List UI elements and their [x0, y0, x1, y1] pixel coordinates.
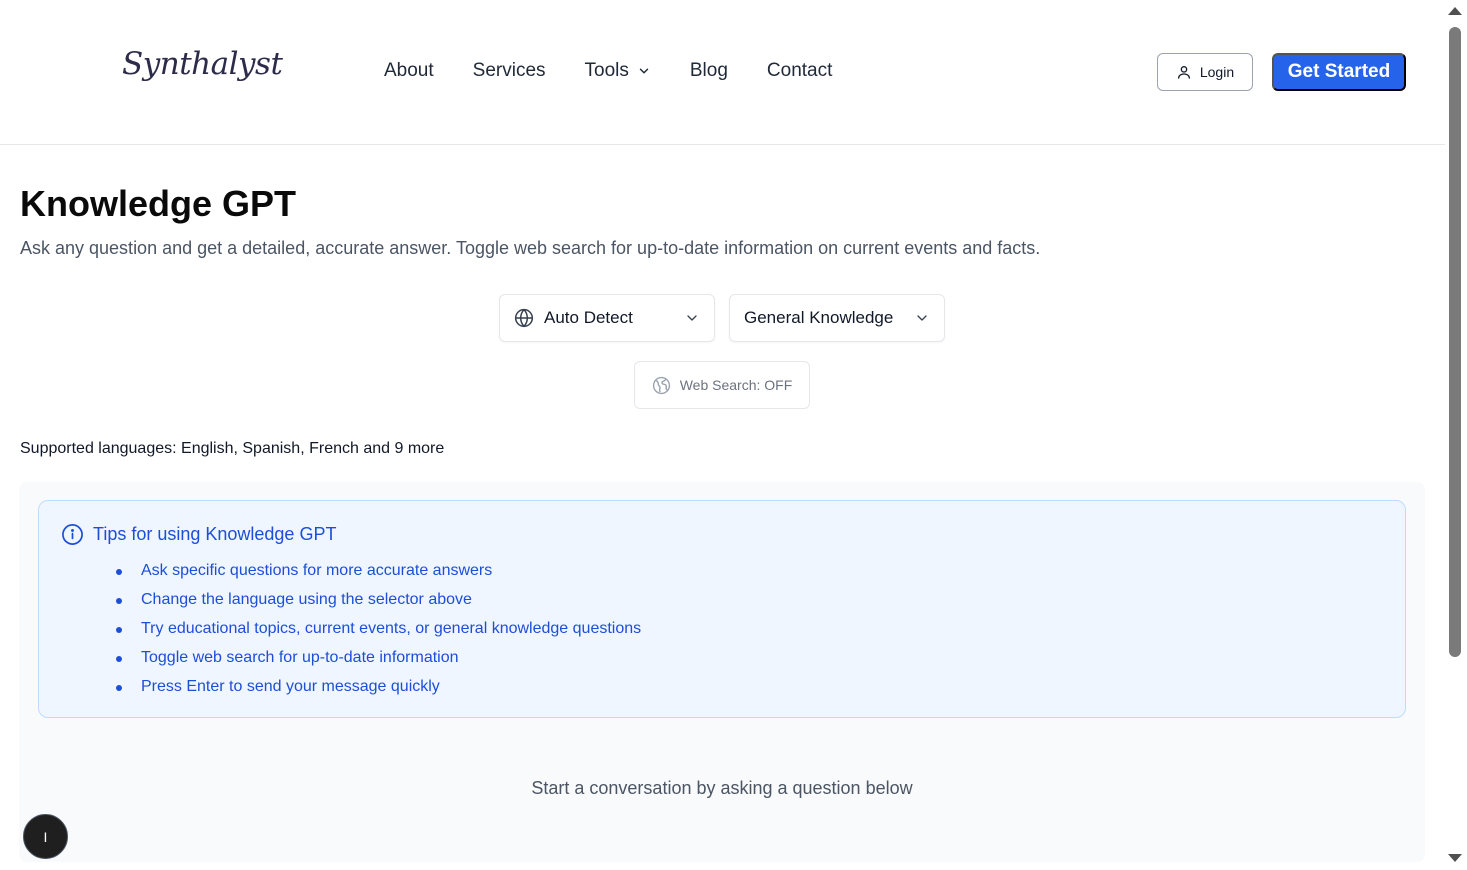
- scroll-up-arrow-icon[interactable]: [1448, 7, 1462, 15]
- tips-panel: Tips for using Knowledge GPT Ask specifi…: [38, 500, 1406, 718]
- scrollbar[interactable]: [1445, 0, 1467, 870]
- supported-languages: Supported languages: English, Spanish, F…: [20, 440, 445, 457]
- tips-list: Ask specific questions for more accurate…: [116, 561, 641, 706]
- scroll-thumb[interactable]: [1449, 27, 1461, 657]
- page-title: Knowledge GPT: [20, 183, 297, 224]
- mode-select-value: General Knowledge: [744, 308, 894, 327]
- login-button[interactable]: Login: [1157, 53, 1253, 91]
- mode-select[interactable]: General Knowledge: [729, 294, 945, 342]
- nav-contact[interactable]: Contact: [767, 60, 832, 82]
- nav-about-label: About: [384, 60, 434, 81]
- nav-services[interactable]: Services: [473, 60, 546, 82]
- web-search-label: Web Search: OFF: [679, 377, 793, 393]
- login-label: Login: [1199, 64, 1235, 80]
- nav-tools-label: Tools: [584, 60, 629, 81]
- list-item: Press Enter to send your message quickly: [116, 677, 641, 706]
- get-started-button[interactable]: Get Started: [1272, 53, 1406, 91]
- list-item: Toggle web search for up-to-date informa…: [116, 648, 641, 677]
- list-item: Ask specific questions for more accurate…: [116, 561, 641, 590]
- site-header: Synthalyst About Services Tools Blog Con…: [0, 0, 1445, 145]
- web-search-toggle[interactable]: Web Search: OFF: [634, 361, 810, 409]
- nav-blog[interactable]: Blog: [690, 60, 728, 82]
- empty-chat-message: Start a conversation by asking a questio…: [531, 778, 913, 798]
- info-icon: [62, 524, 83, 545]
- user-icon: [1177, 66, 1190, 79]
- page: Synthalyst About Services Tools Blog Con…: [0, 0, 1467, 870]
- chevron-down-icon: [639, 68, 649, 74]
- list-item: Change the language using the selector a…: [116, 590, 641, 619]
- nav-tools[interactable]: Tools: [585, 60, 651, 82]
- nav-contact-label: Contact: [766, 60, 833, 81]
- nav-blog-label: Blog: [689, 60, 728, 81]
- page-subtitle: Ask any question and get a detailed, acc…: [20, 238, 1041, 258]
- globe-icon: [514, 308, 534, 328]
- floating-chat-button[interactable]: I: [23, 814, 68, 859]
- nav-services-label: Services: [472, 60, 546, 81]
- globe-off-icon: [652, 376, 670, 394]
- floating-button-label: I: [43, 828, 48, 845]
- chevron-down-icon: [917, 315, 927, 321]
- list-item: Try educational topics, current events, …: [116, 619, 641, 648]
- scroll-down-arrow-icon[interactable]: [1448, 854, 1462, 862]
- chevron-down-icon: [687, 315, 697, 321]
- main-nav: About Services Tools Blog Contact: [384, 60, 871, 82]
- language-select-value: Auto Detect: [544, 308, 633, 327]
- language-select[interactable]: Auto Detect: [499, 294, 715, 342]
- tips-header: Tips for using Knowledge GPT: [61, 523, 336, 546]
- logo[interactable]: Synthalyst: [122, 46, 283, 82]
- tips-title: Tips for using Knowledge GPT: [93, 524, 337, 544]
- nav-about[interactable]: About: [384, 60, 434, 82]
- get-started-label: Get Started: [1287, 61, 1391, 82]
